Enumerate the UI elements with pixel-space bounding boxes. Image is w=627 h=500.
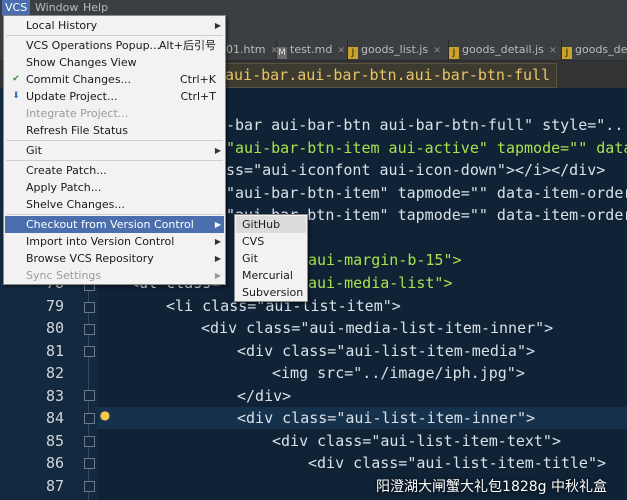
- close-icon[interactable]: ✕: [548, 41, 558, 62]
- menu-item-show-changes-view[interactable]: Show Changes View: [5, 54, 224, 71]
- code-line: ss="aui-iconfont aui-icon-down"></i></di…: [226, 161, 606, 179]
- submenu-item-git[interactable]: Git: [236, 250, 306, 267]
- file-icon: M: [277, 47, 287, 59]
- code-line: <div class="aui-media-list-item-inner">: [201, 319, 554, 337]
- menu-item-create-patch[interactable]: Create Patch...: [5, 162, 224, 179]
- checkout-submenu: GitHub CVS Git Mercurial Subversion: [234, 214, 308, 302]
- fold-marker[interactable]: [84, 390, 95, 401]
- menu-item-vcs-operations-popup[interactable]: VCS Operations Popup... Alt+后引号: [5, 37, 224, 54]
- tab-label: goods_detail.js: [462, 43, 544, 56]
- submenu-arrow-icon: ▶: [214, 271, 221, 280]
- code-line: <div class="aui-list-item-inner">: [237, 409, 536, 427]
- menu-separator: [6, 214, 223, 215]
- menu-separator: [6, 35, 223, 36]
- update-icon: ⬇: [12, 91, 20, 101]
- submenu-arrow-icon: ▶: [214, 146, 221, 155]
- code-line: aui-media-list">: [308, 274, 453, 292]
- js-file-icon: J: [562, 47, 572, 59]
- menu-item-refresh-file-status[interactable]: Refresh File Status: [5, 122, 224, 139]
- tab-goods-detail-js[interactable]: Jgoods_detail.js ✕: [445, 39, 562, 60]
- watermark-caption: 阳澄湖大闸蟹大礼包1828g 中秋礼盒: [376, 479, 607, 495]
- submenu-arrow-icon: ▶: [214, 237, 221, 246]
- code-line: </div>: [237, 387, 292, 405]
- fold-marker[interactable]: [84, 481, 95, 492]
- line-number: 83: [45, 387, 64, 405]
- submenu-arrow-icon: ▶: [214, 21, 221, 30]
- menu-item-checkout-from-version-control[interactable]: Checkout from Version Control ▶: [5, 216, 224, 233]
- js-file-icon: J: [449, 47, 459, 59]
- menu-bar: VCS Window Help: [0, 0, 627, 15]
- tab-goods-list-js[interactable]: Jgoods_list.js ✕: [344, 39, 449, 60]
- menu-item-browse-vcs-repository[interactable]: Browse VCS Repository ▶: [5, 250, 224, 267]
- code-line: -bar aui-bar-btn aui-bar-btn-full" style…: [226, 116, 627, 134]
- tab-goods-det[interactable]: Jgoods_det: [558, 39, 627, 60]
- menu-window[interactable]: Window: [32, 0, 81, 15]
- fold-marker[interactable]: [84, 346, 95, 357]
- tab-test-md[interactable]: Mtest.md ✕: [273, 39, 348, 60]
- tab-label: goods_list.js: [361, 43, 429, 56]
- submenu-item-github[interactable]: GitHub: [236, 216, 306, 233]
- line-number: 81: [45, 342, 64, 360]
- fold-marker[interactable]: [84, 413, 95, 424]
- fold-marker[interactable]: [84, 436, 95, 447]
- tab-label: test.md: [290, 43, 333, 56]
- menu-vcs[interactable]: VCS: [2, 0, 31, 15]
- code-line: <div class="aui-list-item-text">: [272, 432, 561, 450]
- code-line: aui-margin-b-15">: [308, 251, 462, 269]
- menu-item-update-project[interactable]: ⬇ Update Project... Ctrl+T: [5, 88, 224, 105]
- code-line: <div class="aui-list-item-media">: [237, 342, 536, 360]
- line-number: 86: [45, 454, 64, 472]
- line-number: 82: [45, 364, 64, 382]
- submenu-arrow-icon: ▶: [214, 220, 221, 229]
- menu-item-import-into-version-control[interactable]: Import into Version Control ▶: [5, 233, 224, 250]
- submenu-item-mercurial[interactable]: Mercurial: [236, 267, 306, 284]
- submenu-item-subversion[interactable]: Subversion: [236, 284, 306, 301]
- line-number: 80: [45, 319, 64, 337]
- line-number: 84: [45, 409, 64, 427]
- tab-01-htm[interactable]: 01.htm ✕: [222, 39, 278, 60]
- submenu-arrow-icon: ▶: [214, 254, 221, 263]
- menu-item-integrate-project[interactable]: Integrate Project...: [5, 105, 224, 122]
- close-icon[interactable]: ✕: [432, 41, 442, 62]
- commit-icon: ✔: [12, 74, 20, 84]
- tab-label: goods_det: [575, 43, 627, 56]
- lightbulb-icon[interactable]: ●: [99, 408, 111, 422]
- menu-item-git[interactable]: Git ▶: [5, 142, 224, 159]
- menu-item-apply-patch[interactable]: Apply Patch...: [5, 179, 224, 196]
- line-number: 85: [45, 432, 64, 450]
- line-number: 79: [45, 297, 64, 315]
- tab-label: 01.htm: [226, 43, 266, 56]
- code-line: "aui-bar-btn-item aui-active" tapmode=""…: [226, 139, 627, 157]
- menu-item-commit-changes[interactable]: ✔ Commit Changes... Ctrl+K: [5, 71, 224, 88]
- menu-separator: [6, 140, 223, 141]
- submenu-item-cvs[interactable]: CVS: [236, 233, 306, 250]
- menu-item-sync-settings[interactable]: Sync Settings ▶: [5, 267, 224, 284]
- menu-item-local-history[interactable]: Local History ▶: [5, 17, 224, 34]
- code-line: <img src="../image/iph.jpg">: [272, 364, 525, 382]
- menu-item-shelve-changes[interactable]: Shelve Changes...: [5, 196, 224, 213]
- breadcrumb[interactable]: aui-bar.aui-bar-btn.aui-bar-btn-full: [218, 63, 558, 88]
- fold-marker[interactable]: [84, 458, 95, 469]
- fold-marker[interactable]: [84, 302, 95, 313]
- menu-help[interactable]: Help: [80, 0, 111, 15]
- menu-separator: [6, 160, 223, 161]
- fold-marker[interactable]: [84, 324, 95, 335]
- code-line: "aui-bar-btn-item" tapmode="" data-item-…: [226, 184, 627, 202]
- js-file-icon: J: [348, 47, 358, 59]
- line-number: 87: [45, 477, 64, 495]
- vcs-menu: Local History ▶ VCS Operations Popup... Al…: [3, 15, 226, 285]
- code-line: <div class="aui-list-item-title">: [308, 454, 607, 472]
